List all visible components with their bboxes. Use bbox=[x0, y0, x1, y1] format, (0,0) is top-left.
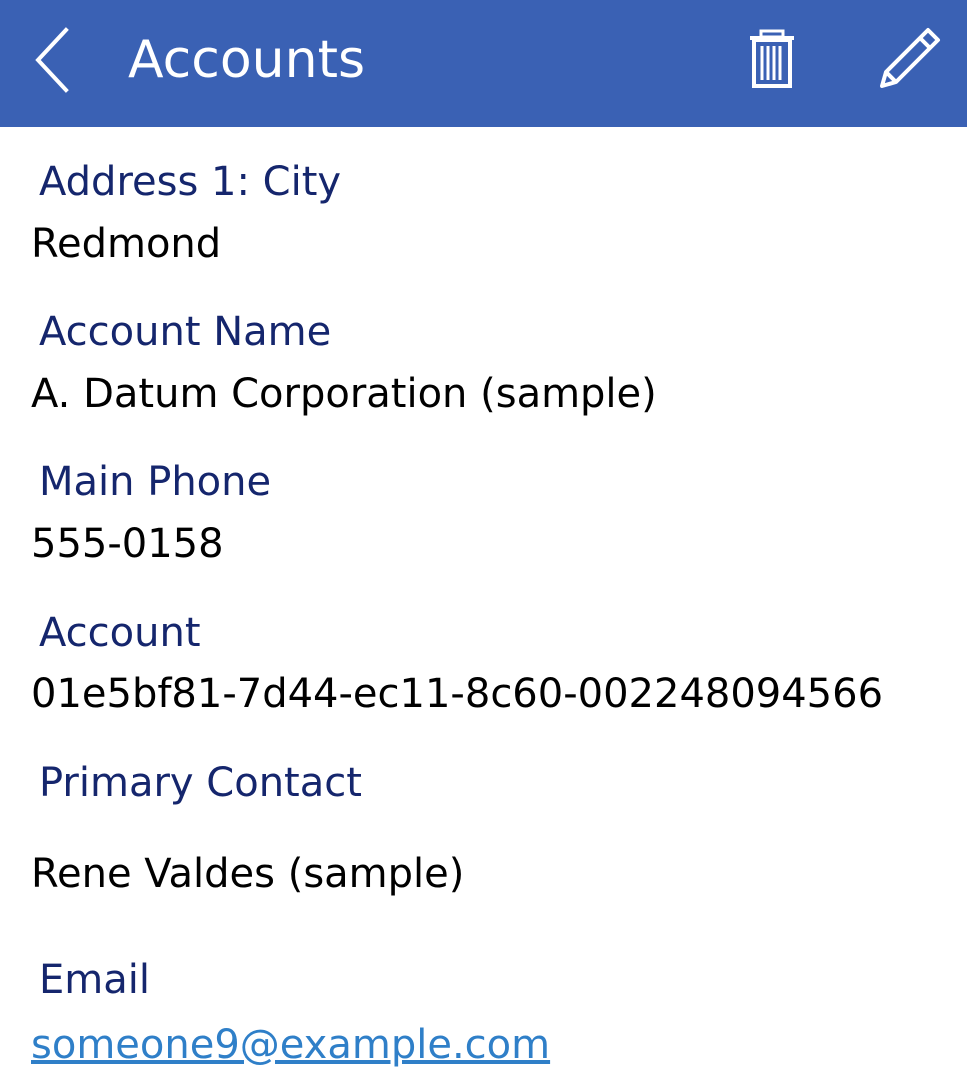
delete-button[interactable] bbox=[742, 24, 802, 96]
app-header: Accounts bbox=[0, 0, 967, 127]
field-label-account: Account bbox=[39, 610, 201, 656]
pencil-icon bbox=[880, 28, 940, 88]
field-label-main-phone: Main Phone bbox=[39, 459, 272, 505]
trash-icon bbox=[750, 29, 794, 88]
field-value-main-phone: 555-0158 bbox=[31, 521, 224, 567]
page-title: Accounts bbox=[128, 30, 366, 90]
chevron-left-icon bbox=[35, 27, 69, 93]
back-button[interactable] bbox=[22, 20, 82, 100]
field-value-city: Redmond bbox=[31, 221, 222, 267]
field-value-account-name: A. Datum Corporation (sample) bbox=[31, 371, 657, 417]
email-link[interactable]: someone9@example.com bbox=[31, 1020, 550, 1070]
field-label-primary-contact: Primary Contact bbox=[39, 760, 362, 806]
edit-button[interactable] bbox=[872, 22, 946, 96]
field-label-email: Email bbox=[39, 957, 150, 1003]
field-label-account-name: Account Name bbox=[39, 309, 332, 355]
field-value-primary-contact: Rene Valdes (sample) bbox=[31, 851, 465, 897]
field-label-city: Address 1: City bbox=[39, 159, 342, 205]
field-value-account: 01e5bf81-7d44-ec11-8c60-002248094566 bbox=[31, 671, 884, 717]
